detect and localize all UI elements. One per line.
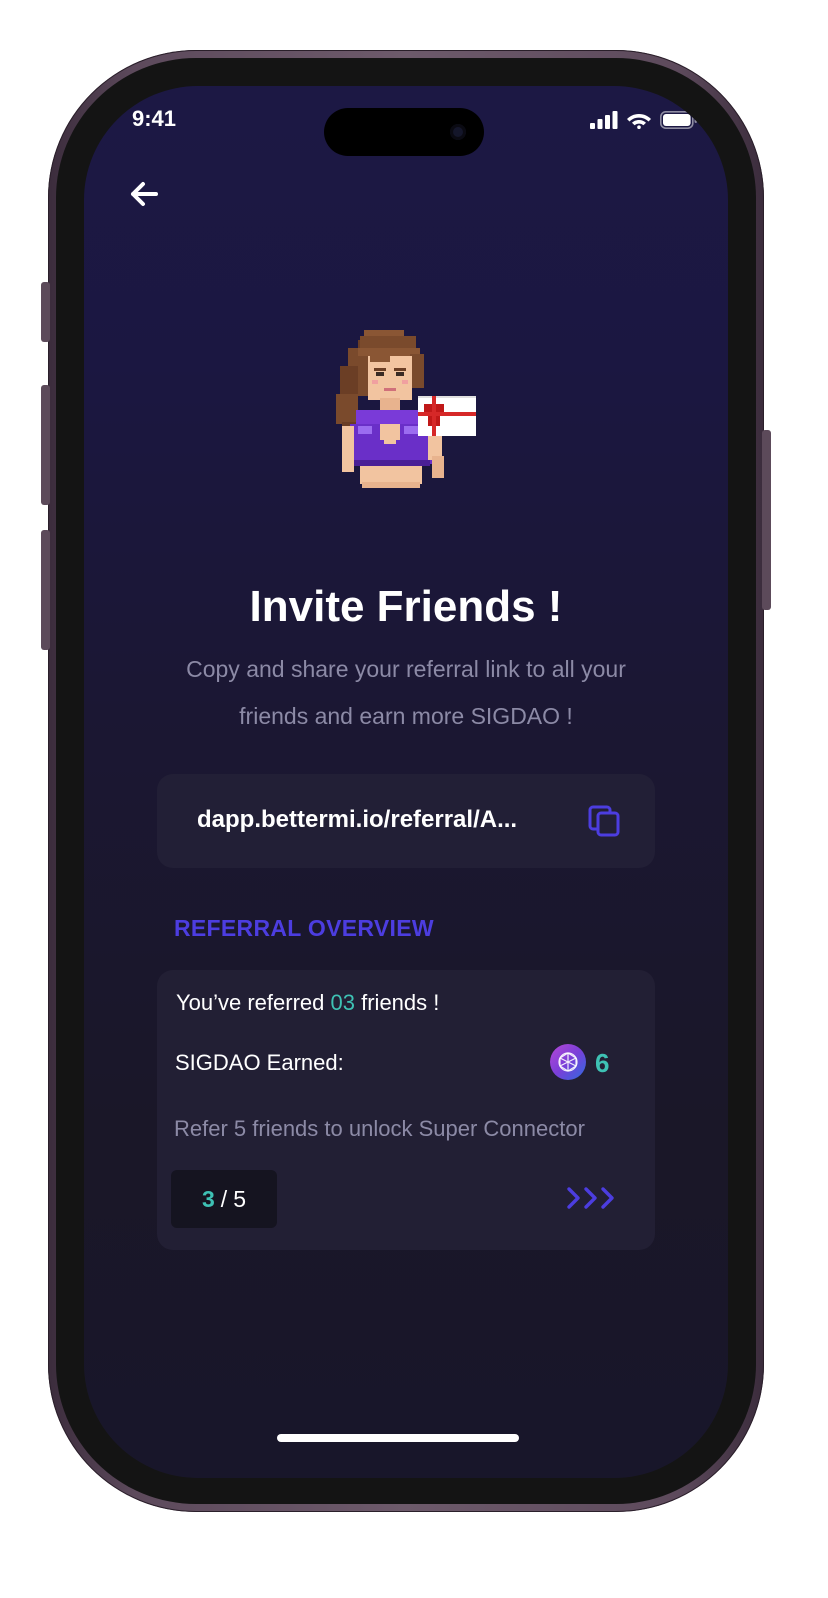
sigdao-earned-value: 6: [595, 1048, 610, 1078]
status-icons: [590, 110, 698, 129]
sigdao-earned-label: SIGDAO Earned:: [175, 1050, 344, 1075]
back-button[interactable]: [126, 176, 162, 212]
silent-switch: [41, 282, 50, 342]
battery-icon: [660, 110, 697, 129]
page-title: Invite Friends !: [249, 582, 563, 631]
progress-total: 5: [233, 1185, 246, 1212]
arrow-left-icon: [131, 182, 158, 206]
status-time: 9:41: [132, 106, 177, 131]
referral-progress: 3 / 5: [171, 1170, 277, 1228]
sigdao-token-icon: [550, 1044, 586, 1080]
referral-overview-label: REFERRAL OVERVIEW: [174, 915, 434, 941]
power-button: [762, 430, 771, 610]
page-subtitle: Copy and share your referral link to all…: [186, 656, 626, 729]
home-indicator: [277, 1434, 519, 1442]
view-more-button[interactable]: [565, 1184, 619, 1212]
app-screen: 9:41 Invite Friends ! Copy and share you…: [84, 86, 728, 1478]
referred-suffix: friends !: [355, 990, 440, 1015]
copy-button[interactable]: [587, 804, 621, 838]
triple-chevron-right-icon: [567, 1187, 614, 1209]
copy-icon: [588, 805, 620, 837]
referral-link-box[interactable]: dapp.bettermi.io/referral/A...: [157, 774, 655, 868]
signal-icon: [590, 110, 618, 129]
referral-overview-card: You’ve referred 03 friends ! SIGDAO Earn…: [157, 970, 655, 1250]
referral-link-text[interactable]: dapp.bettermi.io/referral/A...: [197, 806, 517, 834]
unlock-hint: Refer 5 friends to unlock Super Connecto…: [174, 1116, 585, 1141]
wifi-icon: [627, 114, 651, 129]
character-gift-illustration: [336, 330, 476, 488]
referred-prefix: You’ve referred: [176, 990, 331, 1015]
referred-count-text: You’ve referred 03 friends !: [176, 990, 439, 1016]
dynamic-island: [324, 108, 484, 156]
volume-up-button: [41, 385, 50, 505]
volume-down-button: [41, 530, 50, 650]
camera-icon: [450, 124, 466, 140]
progress-current: 3: [202, 1185, 215, 1212]
progress-separator: /: [220, 1185, 228, 1212]
referred-count: 03: [330, 990, 355, 1015]
